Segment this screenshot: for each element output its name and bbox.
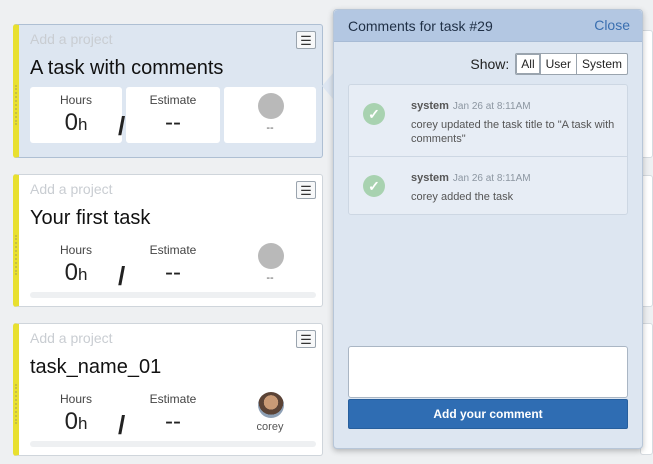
avatar <box>258 93 284 119</box>
hours-label: Hours <box>59 93 92 107</box>
add-comment-button[interactable]: Add your comment <box>348 399 628 429</box>
task-card[interactable]: Add a project ☰ A task with comments Hou… <box>13 24 323 158</box>
drag-handle[interactable] <box>15 85 17 125</box>
close-button[interactable]: Close <box>594 17 630 33</box>
comment-author: system <box>411 100 449 112</box>
task-stats: Hours 0h / Estimate -- -- <box>30 87 316 143</box>
list-item: ✓ system Jan 26 at 8:11AM corey added the… <box>349 156 627 214</box>
panel-header: Comments for task #29 Close <box>334 10 642 42</box>
estimate-box[interactable]: Estimate -- <box>126 237 220 293</box>
filter-all[interactable]: All <box>516 54 541 74</box>
hours-label: Hours <box>59 392 92 406</box>
avatar <box>258 243 284 269</box>
task-card[interactable]: Add a project ☰ task_name_01 Hours 0h / … <box>13 323 323 456</box>
task-title[interactable]: task_name_01 <box>30 356 161 379</box>
avatar <box>258 392 284 418</box>
hours-box[interactable]: Hours 0h <box>30 87 122 143</box>
estimate-value: -- <box>165 259 181 286</box>
hours-box[interactable]: Hours 0h <box>30 386 122 442</box>
filter-label: Show: <box>470 56 510 72</box>
comments-panel: Comments for task #29 Close Show: All Us… <box>333 9 643 449</box>
assignee-box[interactable]: corey <box>224 386 316 442</box>
task-title[interactable]: A task with comments <box>30 57 223 80</box>
card-menu-button[interactable]: ☰ <box>296 181 316 199</box>
task-stats: Hours 0h / Estimate -- -- <box>30 237 316 293</box>
progress-track <box>30 441 316 447</box>
hours-value: 0h <box>64 109 88 136</box>
check-circle-icon: ✓ <box>363 103 385 125</box>
assignee-name: corey <box>256 421 284 433</box>
project-field[interactable]: Add a project <box>30 330 113 346</box>
hours-estimate-separator: / <box>118 410 126 440</box>
panel-title: Comments for task #29 <box>348 18 493 34</box>
hours-label: Hours <box>59 243 92 257</box>
estimate-box[interactable]: Estimate -- <box>126 87 220 143</box>
estimate-box[interactable]: Estimate -- <box>126 386 220 442</box>
estimate-label: Estimate <box>149 243 197 257</box>
estimate-label: Estimate <box>149 392 197 406</box>
project-field[interactable]: Add a project <box>30 181 113 197</box>
comment-input[interactable] <box>348 346 628 398</box>
project-field[interactable]: Add a project <box>30 31 113 47</box>
drag-handle[interactable] <box>15 384 17 424</box>
estimate-value: -- <box>165 109 181 136</box>
assignee-name: -- <box>266 122 274 134</box>
assignee-name: -- <box>266 272 274 284</box>
hours-value: 0h <box>64 259 88 286</box>
check-circle-icon: ✓ <box>363 175 385 197</box>
hours-estimate-separator: / <box>118 261 126 291</box>
progress-track <box>30 292 316 298</box>
assignee-box[interactable]: -- <box>224 237 316 293</box>
card-menu-button[interactable]: ☰ <box>296 330 316 348</box>
filter-user[interactable]: User <box>541 54 577 74</box>
hamburger-icon: ☰ <box>300 32 312 48</box>
comment-filter: Show: All User System <box>470 53 628 75</box>
filter-system[interactable]: System <box>577 54 627 74</box>
task-title[interactable]: Your first task <box>30 207 150 230</box>
list-item: ✓ system Jan 26 at 8:11AM corey updated t… <box>349 85 627 156</box>
comment-time: Jan 26 at 8:11AM <box>452 101 531 112</box>
card-menu-button[interactable]: ☰ <box>296 31 316 49</box>
comment-list: ✓ system Jan 26 at 8:11AM corey updated t… <box>348 84 628 215</box>
hamburger-icon: ☰ <box>300 331 312 347</box>
comment-time: Jan 26 at 8:11AM <box>452 173 531 184</box>
task-card[interactable]: Add a project ☰ Your first task Hours 0h… <box>13 174 323 307</box>
hours-box[interactable]: Hours 0h <box>30 237 122 293</box>
comment-text: corey updated the task title to "A task … <box>411 119 615 145</box>
drag-handle[interactable] <box>15 235 17 275</box>
hours-estimate-separator: / <box>118 111 126 141</box>
assignee-box[interactable]: -- <box>224 87 316 143</box>
hours-value: 0h <box>64 408 88 435</box>
comment-author: system <box>411 172 449 184</box>
hamburger-icon: ☰ <box>300 182 312 198</box>
estimate-label: Estimate <box>149 93 197 107</box>
estimate-value: -- <box>165 408 181 435</box>
filter-segmented-control: All User System <box>515 53 628 75</box>
comment-text: corey added the task <box>411 191 514 203</box>
task-stats: Hours 0h / Estimate -- corey <box>30 386 316 442</box>
